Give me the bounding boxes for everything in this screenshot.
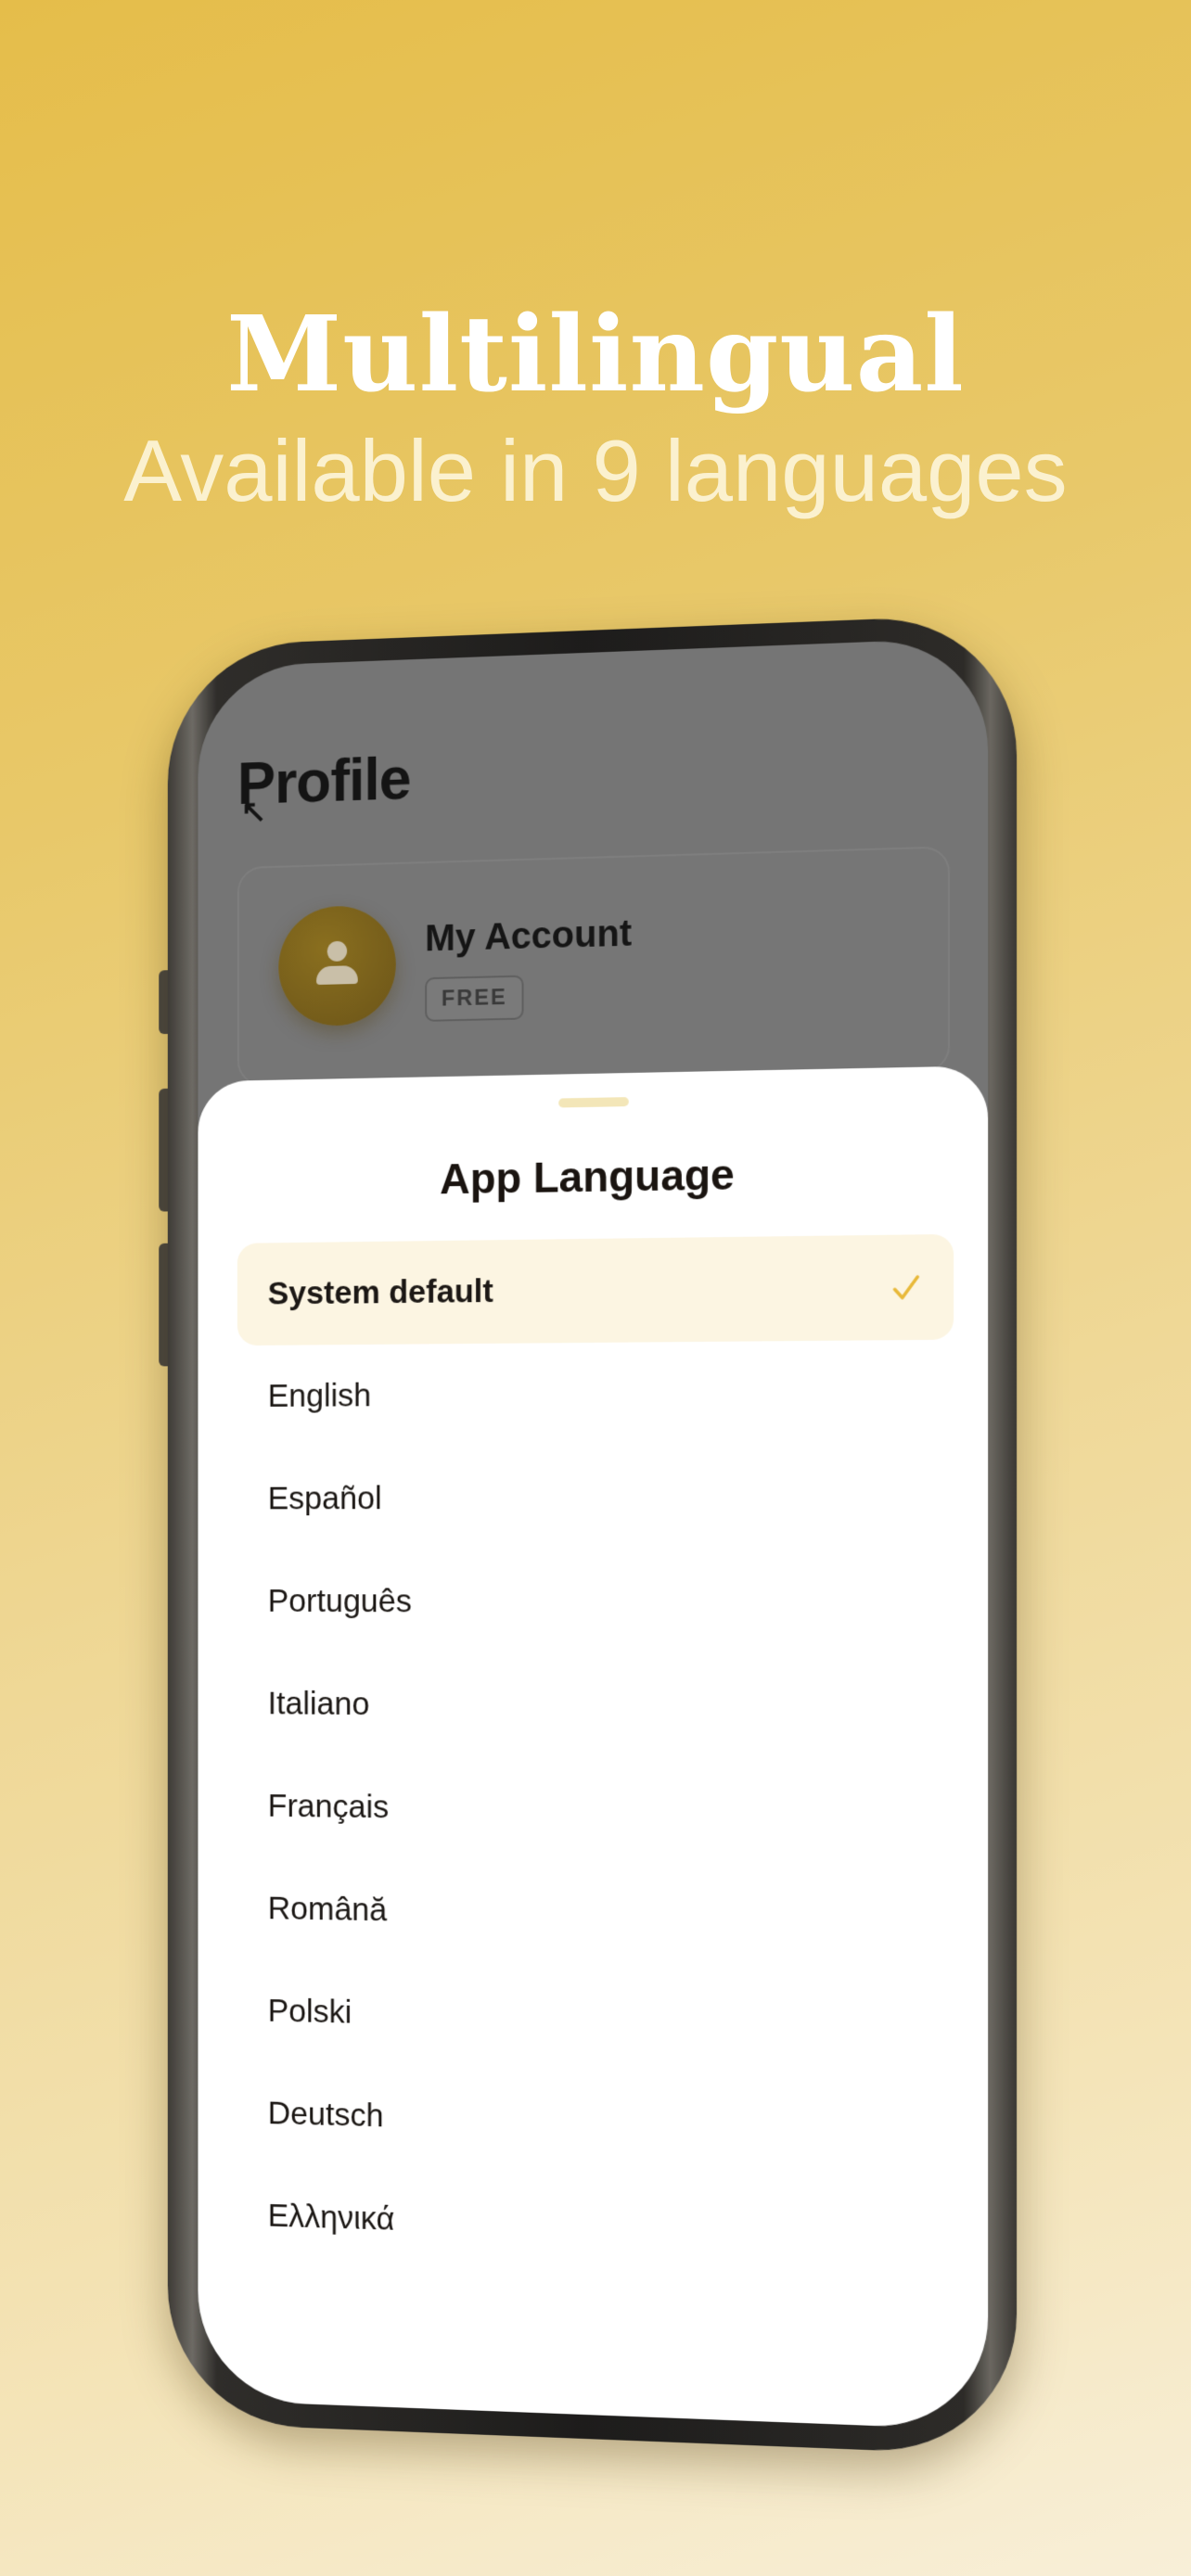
- language-option-deutsch[interactable]: Deutsch: [237, 2061, 954, 2184]
- language-option-francais[interactable]: Français: [237, 1754, 954, 1867]
- language-option-english[interactable]: English: [237, 1340, 954, 1448]
- language-option-label: Polski: [268, 1960, 352, 2065]
- back-arrow-icon[interactable]: ↖: [241, 793, 267, 830]
- language-option-label: Ελληνικά: [268, 2164, 395, 2271]
- headline: Multilingual: [0, 295, 1191, 415]
- language-option-system-default[interactable]: System default: [237, 1234, 954, 1345]
- language-option-italiano[interactable]: Italiano: [237, 1652, 954, 1762]
- language-option-romana[interactable]: Română: [237, 1857, 954, 1973]
- language-option-label: Deutsch: [268, 2062, 384, 2168]
- language-list: System default English Español Português…: [237, 1234, 954, 2289]
- plan-badge: FREE: [425, 976, 523, 1022]
- language-option-label: Română: [268, 1857, 388, 1962]
- language-option-ellinika[interactable]: Ελληνικά: [237, 2164, 954, 2289]
- language-option-label: System default: [268, 1240, 493, 1345]
- checkmark-icon: [893, 1269, 920, 1307]
- account-name: My Account: [425, 913, 632, 961]
- sheet-drag-handle[interactable]: [558, 1097, 629, 1107]
- phone-screen: Profile ↖ My Account FREE App Language S…: [198, 637, 988, 2429]
- language-option-label: English: [268, 1345, 372, 1447]
- language-option-label: Français: [268, 1755, 390, 1859]
- person-icon: [314, 940, 360, 991]
- language-option-polski[interactable]: Polski: [237, 1959, 954, 2078]
- language-option-label: Português: [268, 1550, 412, 1653]
- account-card[interactable]: My Account FREE: [237, 846, 950, 1086]
- subheadline: Available in 9 languages: [0, 415, 1191, 527]
- language-option-label: Italiano: [268, 1652, 370, 1756]
- language-option-portugues[interactable]: Português: [237, 1550, 954, 1656]
- language-option-label: Español: [268, 1447, 382, 1550]
- avatar: [278, 905, 396, 1027]
- language-bottom-sheet: App Language System default English Espa…: [198, 1065, 988, 2429]
- language-option-espanol[interactable]: Español: [237, 1445, 954, 1550]
- sheet-title: App Language: [198, 1145, 988, 1207]
- phone-mockup: Profile ↖ My Account FREE App Language S…: [168, 614, 1017, 2456]
